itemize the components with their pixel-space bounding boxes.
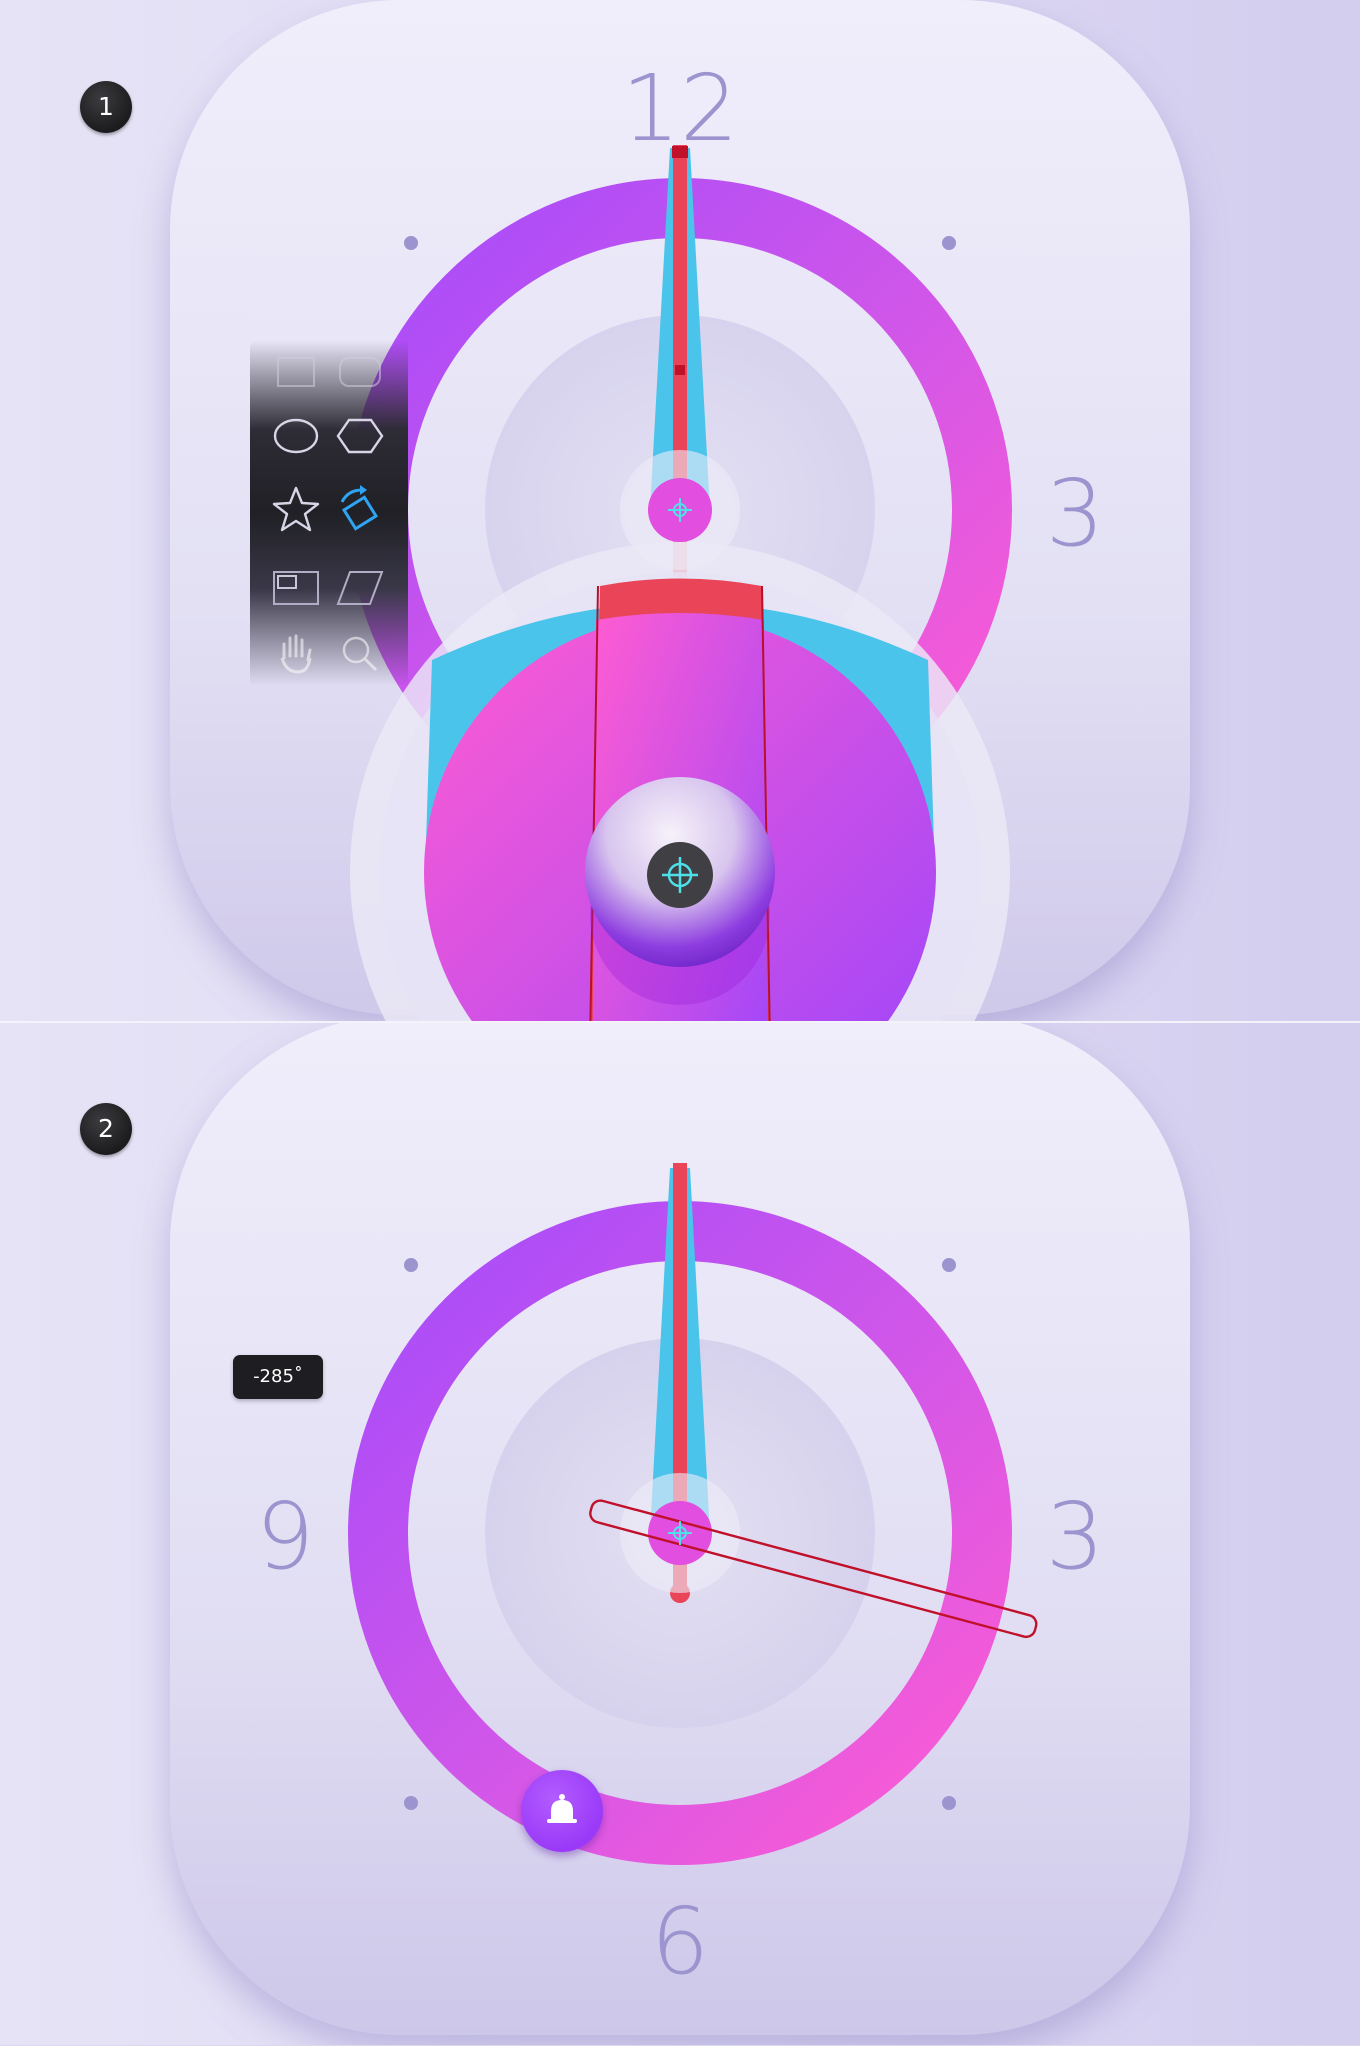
numeral-12: 12 bbox=[621, 55, 738, 162]
clock-icon-tile-2: 9 3 6 bbox=[170, 1023, 1190, 2035]
star-tool[interactable] bbox=[266, 480, 326, 540]
tick-dot bbox=[404, 236, 418, 250]
polygon-icon bbox=[336, 418, 384, 454]
numeral-3: 3 bbox=[1046, 1483, 1105, 1590]
rotate-shape-icon bbox=[340, 485, 379, 531]
rotate-shape-tool[interactable] bbox=[330, 480, 390, 540]
step-1-panel: 12 3 1 bbox=[0, 0, 1360, 1022]
polygon-tool[interactable] bbox=[330, 406, 390, 466]
tick-dot bbox=[942, 1796, 956, 1810]
tick-dot bbox=[942, 1258, 956, 1272]
rectangle-icon bbox=[277, 357, 315, 387]
rotation-angle-tooltip: -285˚ bbox=[233, 1355, 323, 1399]
numeral-6: 6 bbox=[651, 1888, 710, 1995]
ellipse-icon bbox=[273, 418, 319, 454]
tick-dot bbox=[404, 1796, 418, 1810]
tick-dot bbox=[942, 236, 956, 250]
crosshair-icon[interactable] bbox=[647, 842, 713, 908]
rounded-rectangle-icon bbox=[339, 357, 381, 387]
numeral-9: 9 bbox=[256, 1483, 315, 1590]
numeral-3: 3 bbox=[1046, 460, 1105, 567]
clock-icon-tile-1: 12 3 bbox=[170, 0, 1190, 1022]
alarm-button[interactable] bbox=[521, 1770, 603, 1852]
star-icon bbox=[272, 486, 320, 532]
rectangle-tool[interactable] bbox=[266, 342, 326, 402]
parallelogram-tool[interactable] bbox=[330, 558, 390, 618]
magnify-icon bbox=[342, 636, 378, 672]
step-badge: 2 bbox=[80, 1103, 132, 1155]
bell-icon bbox=[547, 1794, 577, 1823]
tick-dot bbox=[404, 1258, 418, 1272]
hand-tool[interactable] bbox=[266, 624, 326, 684]
ellipse-tool[interactable] bbox=[266, 406, 326, 466]
magnify-tool[interactable] bbox=[330, 624, 390, 684]
step-badge: 1 bbox=[80, 81, 132, 133]
frame-tool[interactable] bbox=[266, 558, 326, 618]
shape-toolbar bbox=[250, 340, 408, 686]
hand-icon bbox=[280, 634, 312, 674]
rounded-rectangle-tool[interactable] bbox=[330, 342, 390, 402]
parallelogram-icon bbox=[336, 571, 384, 605]
frame-icon bbox=[273, 571, 319, 605]
step-2-panel: 9 3 6 2 bbox=[0, 1023, 1360, 2045]
